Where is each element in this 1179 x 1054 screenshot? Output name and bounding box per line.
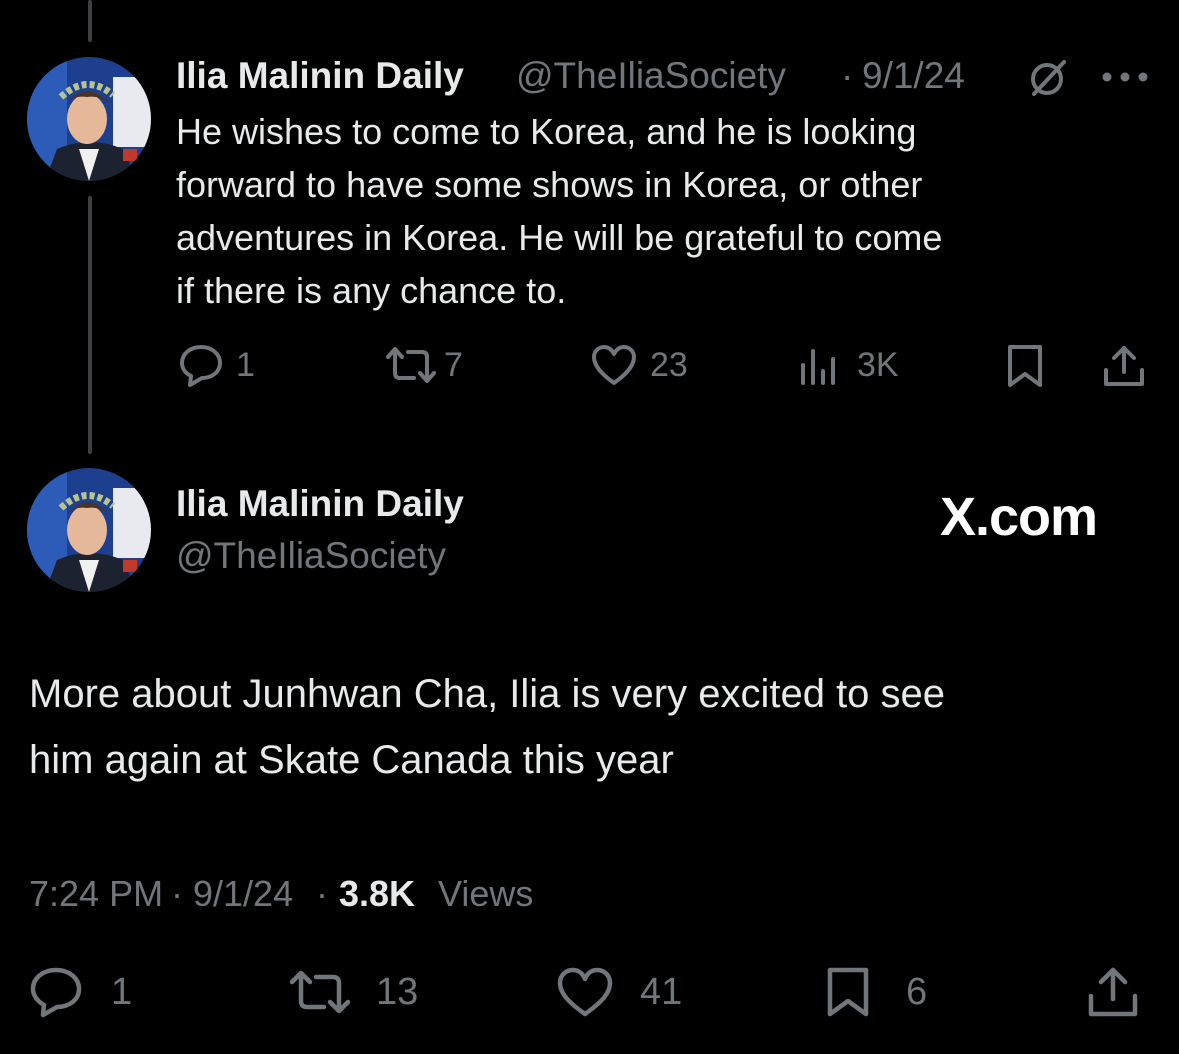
reply-handle[interactable]: @TheIliaSociety: [516, 55, 786, 97]
reply-text-line: He wishes to come to Korea, and he is lo…: [176, 111, 917, 152]
main-reply-count: 1: [111, 970, 133, 1013]
avatar-icon: [27, 468, 151, 592]
repost-count: 7: [444, 345, 463, 384]
main-like-button[interactable]: 41: [556, 966, 682, 1018]
bookmark-button[interactable]: [1005, 344, 1045, 388]
grok-icon[interactable]: [1026, 56, 1070, 105]
views-icon: [801, 349, 835, 385]
main-repost-button[interactable]: 13: [288, 966, 418, 1018]
main-handle[interactable]: @TheIliaSociety: [176, 535, 446, 577]
reply-count: 1: [236, 345, 255, 384]
like-icon: [592, 345, 636, 385]
main-like-count: 41: [640, 970, 683, 1013]
main-text-line: More about Junhwan Cha, Ilia is very exc…: [29, 672, 946, 716]
like-count: 23: [650, 345, 688, 384]
main-bookmark-button[interactable]: 6: [824, 966, 927, 1018]
main-repost-count: 13: [376, 970, 419, 1013]
avatar-icon: [27, 57, 151, 181]
share-icon: [1088, 967, 1138, 1017]
reply-text-line: if there is any chance to.: [176, 270, 567, 311]
bookmark-icon: [827, 967, 869, 1017]
main-author-name[interactable]: Ilia Malinin Daily: [176, 483, 464, 525]
repost-icon: [386, 347, 436, 383]
main-bookmark-count: 6: [906, 970, 928, 1013]
views-count: 3K: [857, 345, 899, 384]
main-text-line: him again at Skate Canada this year: [29, 738, 674, 782]
avatar[interactable]: [27, 468, 151, 592]
thread-line-bottom: [88, 196, 92, 454]
repost-icon: [289, 970, 351, 1014]
main-date[interactable]: 9/1/24: [193, 873, 293, 915]
share-button[interactable]: [1102, 344, 1146, 388]
bookmark-icon: [1008, 345, 1042, 387]
reply-text-line: forward to have some shows in Korea, or …: [176, 164, 923, 205]
main-time[interactable]: 7:24 PM: [29, 873, 163, 915]
share-icon: [1104, 346, 1144, 386]
like-button[interactable]: 23: [590, 342, 688, 388]
reply-icon: [180, 345, 222, 387]
reply-button[interactable]: 1: [178, 342, 255, 388]
main-reply-button[interactable]: 1: [29, 966, 132, 1018]
x-com-watermark: X.com: [940, 487, 1098, 547]
main-views-count: 3.8K: [339, 873, 416, 914]
main-time-separator: ·: [171, 873, 183, 914]
thread-line-top: [88, 0, 92, 42]
reply-icon: [30, 967, 82, 1018]
main-views-label: Views: [438, 873, 534, 914]
repost-button[interactable]: 7: [384, 342, 463, 388]
avatar[interactable]: [27, 57, 151, 181]
more-icon[interactable]: [1102, 70, 1148, 88]
reply-date[interactable]: 9/1/24: [862, 55, 965, 97]
main-share-button[interactable]: [1086, 966, 1140, 1018]
reply-author-name[interactable]: Ilia Malinin Daily: [176, 55, 464, 97]
reply-date-separator: ·: [841, 55, 854, 96]
views-button[interactable]: 3K: [799, 342, 899, 388]
main-views-separator: ·: [316, 873, 328, 914]
reply-text-line: adventures in Korea. He will be grateful…: [176, 217, 943, 258]
like-icon: [557, 967, 613, 1017]
